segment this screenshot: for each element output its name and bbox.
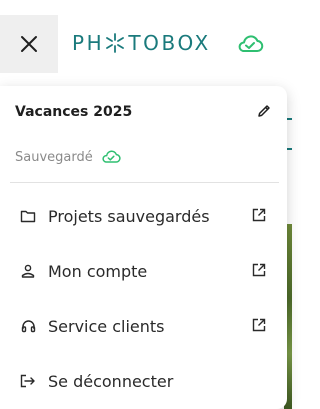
cloud-check-icon [101, 149, 121, 165]
external-link-icon [251, 262, 267, 278]
logo-text-end: TOBOX [128, 31, 211, 55]
user-icon [20, 263, 36, 279]
photobox-logo[interactable]: PH TOBOX [72, 30, 211, 56]
menu-item-my-account[interactable]: Mon compte [0, 249, 287, 293]
logout-icon [20, 373, 36, 389]
close-button[interactable] [0, 15, 58, 73]
menu-item-label: Projets sauvegardés [48, 206, 210, 226]
folder-icon [20, 208, 36, 224]
headset-icon [20, 318, 36, 334]
project-title: Vacances 2025 [15, 104, 133, 120]
menu-item-label: Mon compte [48, 261, 148, 281]
menu-item-logout[interactable]: Se déconnecter [0, 359, 287, 403]
cloud-check-icon[interactable] [236, 33, 264, 55]
menu-item-label: Service clients [48, 316, 165, 336]
top-bar: PH TOBOX [0, 0, 292, 88]
menu-item-saved-projects[interactable]: Projets sauvegardés [0, 194, 287, 238]
menu-item-customer-service[interactable]: Service clients [0, 304, 287, 348]
save-status-label: Sauvegardé [15, 149, 93, 165]
star-logo-icon [104, 32, 126, 54]
logo-text-start: PH [72, 31, 105, 55]
external-link-icon [251, 207, 267, 223]
save-status: Sauvegardé [15, 149, 121, 165]
account-menu-panel: Vacances 2025 Sauvegardé Projets sauvega… [0, 86, 287, 409]
external-link-icon [251, 317, 267, 333]
menu-item-label: Se déconnecter [48, 371, 174, 391]
pencil-icon [256, 103, 272, 119]
edit-project-button[interactable] [254, 101, 274, 121]
divider [10, 182, 279, 183]
close-icon [20, 35, 38, 53]
